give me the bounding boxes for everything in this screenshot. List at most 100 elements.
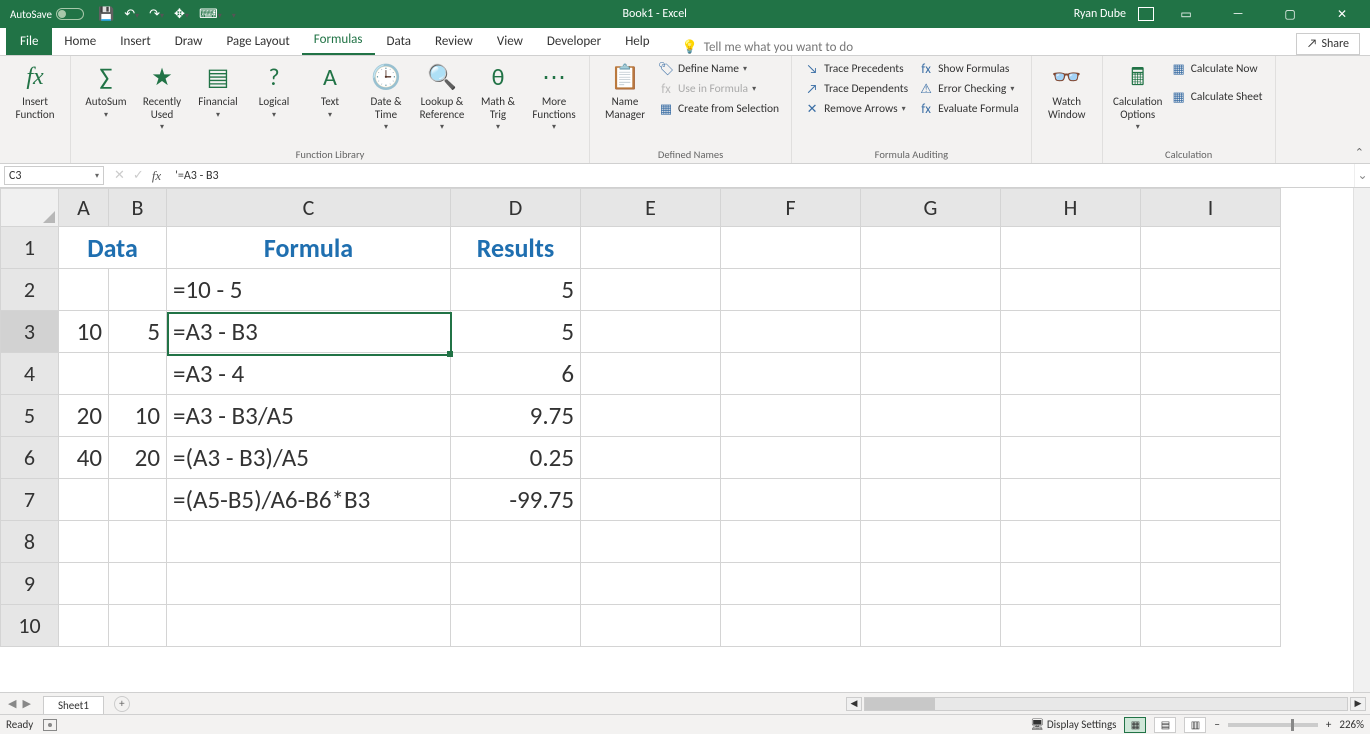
col-header-H[interactable]: H bbox=[1001, 189, 1141, 227]
cell-I2[interactable] bbox=[1141, 269, 1281, 311]
cell-H5[interactable] bbox=[1001, 395, 1141, 437]
cell-D10[interactable] bbox=[451, 605, 581, 647]
row-header-7[interactable]: 7 bbox=[1, 479, 59, 521]
cell-E10[interactable] bbox=[581, 605, 721, 647]
calculation-options-button[interactable]: 🖩Calculation Options▾ bbox=[1111, 60, 1165, 134]
cell-H4[interactable] bbox=[1001, 353, 1141, 395]
cell-C8[interactable] bbox=[167, 521, 451, 563]
cell-I7[interactable] bbox=[1141, 479, 1281, 521]
row-header-9[interactable]: 9 bbox=[1, 563, 59, 605]
formula-input[interactable] bbox=[169, 164, 1354, 187]
toggle-off-icon[interactable] bbox=[56, 8, 84, 20]
cell-E4[interactable] bbox=[581, 353, 721, 395]
cell-B8[interactable] bbox=[109, 521, 167, 563]
sheet-nav-prev-icon[interactable]: ◀ bbox=[8, 697, 16, 710]
autosave-toggle[interactable]: AutoSave bbox=[10, 8, 84, 21]
enter-icon[interactable]: ✓ bbox=[133, 168, 144, 183]
cell-C6[interactable]: =(A3 - B3)/A5 bbox=[167, 437, 451, 479]
cell-I1[interactable] bbox=[1141, 227, 1281, 269]
expand-formula-bar-icon[interactable]: ⌄ bbox=[1354, 164, 1370, 187]
cell-B7[interactable] bbox=[109, 479, 167, 521]
financial-button[interactable]: ▤Financial▾ bbox=[191, 60, 245, 122]
cell-G8[interactable] bbox=[861, 521, 1001, 563]
cell-H3[interactable] bbox=[1001, 311, 1141, 353]
sheet-nav-next-icon[interactable]: ▶ bbox=[22, 697, 30, 710]
name-box-dropdown-icon[interactable]: ▾ bbox=[95, 171, 99, 181]
tab-help[interactable]: Help bbox=[613, 28, 661, 55]
tab-page-layout[interactable]: Page Layout bbox=[214, 28, 301, 55]
share-button[interactable]: ↗ Share bbox=[1296, 33, 1360, 55]
view-normal-icon[interactable]: ▦ bbox=[1124, 717, 1146, 733]
cell-G7[interactable] bbox=[861, 479, 1001, 521]
error-checking-button[interactable]: ⚠Error Checking ▾ bbox=[914, 80, 1023, 98]
view-page-break-icon[interactable]: ▥ bbox=[1184, 717, 1206, 733]
close-button[interactable]: ✕ bbox=[1322, 0, 1362, 28]
cell-D9[interactable] bbox=[451, 563, 581, 605]
cell-A5[interactable]: 20 bbox=[59, 395, 109, 437]
cell-D3[interactable]: 5 bbox=[451, 311, 581, 353]
calculate-now-button[interactable]: ▦Calculate Now bbox=[1167, 60, 1267, 78]
cell-A1-B1[interactable]: Data bbox=[59, 227, 167, 269]
cell-G3[interactable] bbox=[861, 311, 1001, 353]
qat-customize-icon[interactable]: ⌨▾ bbox=[199, 7, 222, 22]
create-from-selection-button[interactable]: ▦Create from Selection bbox=[654, 100, 783, 118]
cell-H6[interactable] bbox=[1001, 437, 1141, 479]
ribbon-display-options-icon[interactable]: ▭ bbox=[1166, 0, 1206, 28]
user-avatar-icon[interactable] bbox=[1138, 7, 1154, 21]
tab-insert[interactable]: Insert bbox=[108, 28, 163, 55]
cell-I6[interactable] bbox=[1141, 437, 1281, 479]
cell-I9[interactable] bbox=[1141, 563, 1281, 605]
cell-C1[interactable]: Formula bbox=[167, 227, 451, 269]
define-name-button[interactable]: 🏷Define Name ▾ bbox=[654, 60, 783, 78]
row-header-8[interactable]: 8 bbox=[1, 521, 59, 563]
cell-A7[interactable] bbox=[59, 479, 109, 521]
display-settings-button[interactable]: 🖥 Display Settings bbox=[1030, 718, 1116, 731]
tab-file[interactable]: File bbox=[6, 28, 52, 55]
cell-A10[interactable] bbox=[59, 605, 109, 647]
cell-H10[interactable] bbox=[1001, 605, 1141, 647]
row-header-1[interactable]: 1 bbox=[1, 227, 59, 269]
watch-window-button[interactable]: 👓Watch Window bbox=[1040, 60, 1094, 123]
cell-H8[interactable] bbox=[1001, 521, 1141, 563]
row-header-10[interactable]: 10 bbox=[1, 605, 59, 647]
cell-I5[interactable] bbox=[1141, 395, 1281, 437]
cell-D5[interactable]: 9.75 bbox=[451, 395, 581, 437]
cell-I8[interactable] bbox=[1141, 521, 1281, 563]
cell-E8[interactable] bbox=[581, 521, 721, 563]
cell-C3[interactable]: =A3 - B3 bbox=[167, 311, 451, 353]
cell-G2[interactable] bbox=[861, 269, 1001, 311]
math-trig-button[interactable]: θMath & Trig▾ bbox=[471, 60, 525, 134]
cell-E1[interactable] bbox=[581, 227, 721, 269]
redo-icon[interactable]: ↷▾ bbox=[149, 7, 164, 22]
cell-F4[interactable] bbox=[721, 353, 861, 395]
cell-H1[interactable] bbox=[1001, 227, 1141, 269]
touch-mode-icon[interactable]: ✥▾ bbox=[174, 7, 189, 22]
cell-E7[interactable] bbox=[581, 479, 721, 521]
col-header-C[interactable]: C bbox=[167, 189, 451, 227]
trace-precedents-button[interactable]: ↘Trace Precedents bbox=[800, 60, 912, 78]
row-header-2[interactable]: 2 bbox=[1, 269, 59, 311]
cell-G4[interactable] bbox=[861, 353, 1001, 395]
view-page-layout-icon[interactable]: ▤ bbox=[1154, 717, 1176, 733]
select-all-corner[interactable] bbox=[1, 189, 59, 227]
col-header-G[interactable]: G bbox=[861, 189, 1001, 227]
cell-D1[interactable]: Results bbox=[451, 227, 581, 269]
insert-function-icon[interactable]: fx bbox=[152, 168, 161, 184]
lookup-reference-button[interactable]: 🔍Lookup & Reference▾ bbox=[415, 60, 469, 134]
remove-arrows-button[interactable]: ✕Remove Arrows ▾ bbox=[800, 100, 912, 118]
evaluate-formula-button[interactable]: fxEvaluate Formula bbox=[914, 100, 1023, 118]
cell-A8[interactable] bbox=[59, 521, 109, 563]
user-name[interactable]: Ryan Dube bbox=[1074, 7, 1126, 21]
cell-F2[interactable] bbox=[721, 269, 861, 311]
col-header-B[interactable]: B bbox=[109, 189, 167, 227]
cell-D4[interactable]: 6 bbox=[451, 353, 581, 395]
date-time-button[interactable]: 🕒Date & Time▾ bbox=[359, 60, 413, 134]
cell-B10[interactable] bbox=[109, 605, 167, 647]
cell-G1[interactable] bbox=[861, 227, 1001, 269]
tab-review[interactable]: Review bbox=[423, 28, 485, 55]
tell-me-search[interactable]: 💡 Tell me what you want to do bbox=[682, 40, 854, 55]
row-header-3[interactable]: 3 bbox=[1, 311, 59, 353]
cell-D2[interactable]: 5 bbox=[451, 269, 581, 311]
name-box[interactable]: C3 ▾ bbox=[4, 166, 104, 185]
col-header-E[interactable]: E bbox=[581, 189, 721, 227]
